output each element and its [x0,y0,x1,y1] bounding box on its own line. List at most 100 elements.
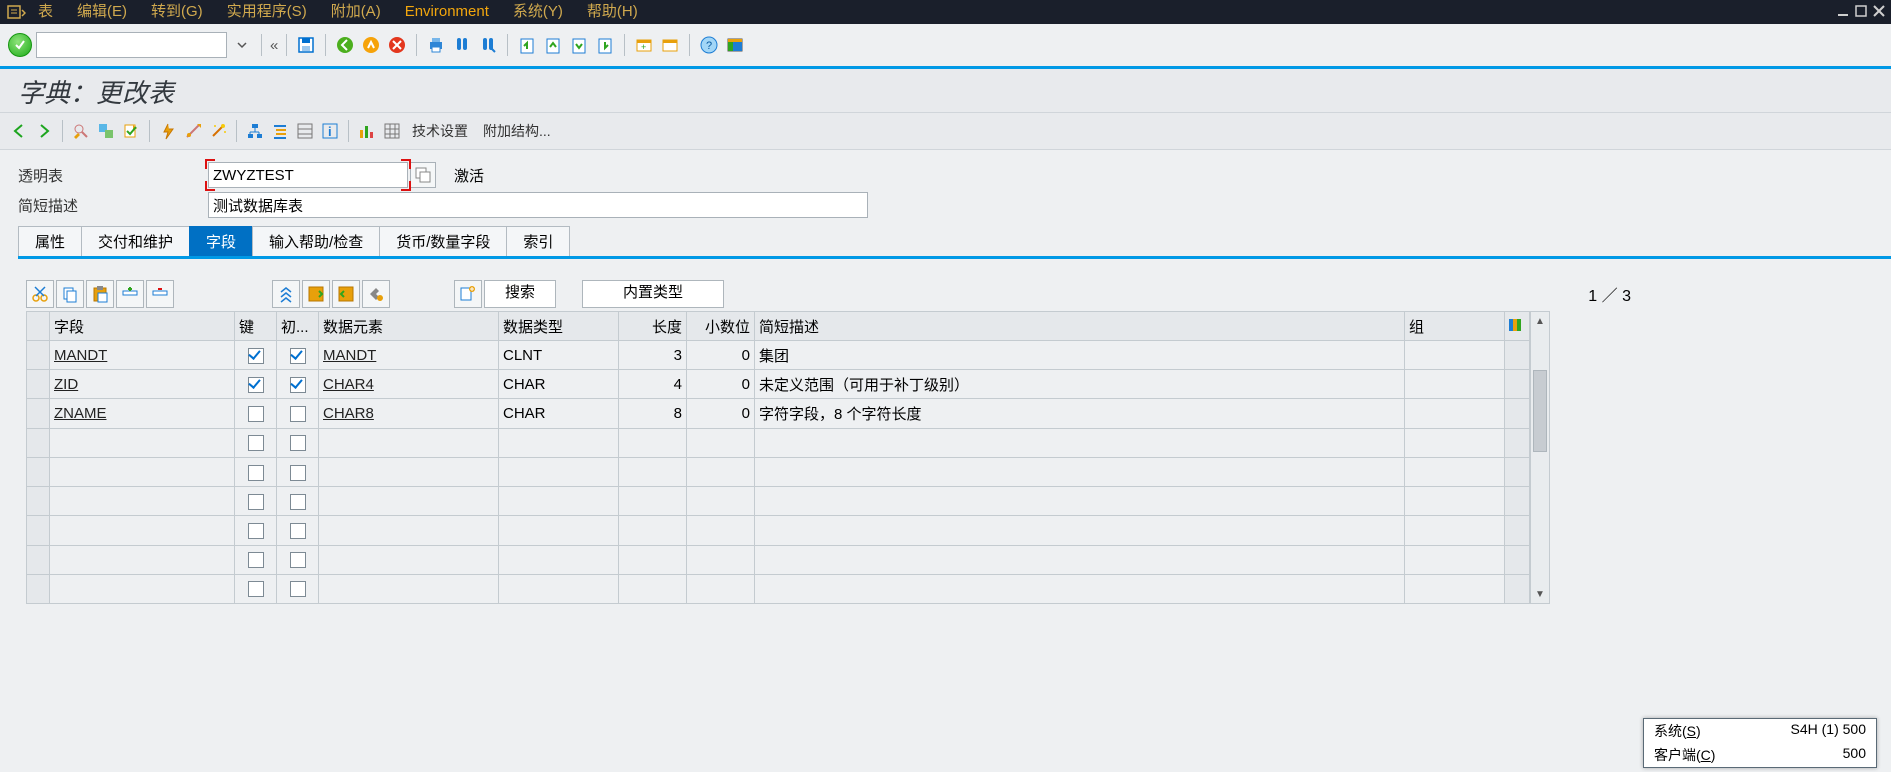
row-selector[interactable] [27,457,50,486]
menu-edit[interactable]: 编辑(E) [65,0,139,24]
select-all-button[interactable] [302,280,330,308]
cell-key[interactable] [235,516,277,545]
back-icon[interactable] [334,34,356,56]
cell-dataelem[interactable] [319,457,499,486]
prev-page-icon[interactable] [542,34,564,56]
col-decimals[interactable]: 小数位 [687,312,755,341]
nav-next-icon[interactable] [33,120,55,142]
cell-key[interactable] [235,399,277,428]
table-row[interactable] [27,457,1530,486]
cell-dataelem[interactable] [319,428,499,457]
print-icon[interactable] [425,34,447,56]
menu-environment[interactable]: Environment [393,0,501,24]
cell-field[interactable]: ZID [50,370,235,399]
key-fields-button[interactable] [362,280,390,308]
cell-key[interactable] [235,428,277,457]
command-dropdown-icon[interactable] [231,34,253,56]
layout-icon[interactable] [724,34,746,56]
create-shortcut-icon[interactable] [659,34,681,56]
col-group[interactable]: 组 [1405,312,1505,341]
last-page-icon[interactable] [594,34,616,56]
menu-system[interactable]: 系统(Y) [501,0,575,24]
window-restore-icon[interactable] [1853,3,1869,19]
cell-key[interactable] [235,574,277,603]
command-field[interactable] [36,32,227,58]
cell-init[interactable] [277,545,319,574]
col-length[interactable]: 长度 [619,312,687,341]
table-row[interactable] [27,487,1530,516]
window-close-icon[interactable] [1871,3,1887,19]
info-icon[interactable]: i [319,120,341,142]
find-icon[interactable] [451,34,473,56]
tab-currquan[interactable]: 货币/数量字段 [379,226,507,256]
row-selector[interactable] [27,428,50,457]
col-field[interactable]: 字段 [50,312,235,341]
cell-key[interactable] [235,545,277,574]
cell-init[interactable] [277,574,319,603]
expand-all-button[interactable] [272,280,300,308]
cell-field[interactable] [50,487,235,516]
help-icon[interactable]: ? [698,34,720,56]
scroll-thumb[interactable] [1533,370,1547,452]
row-selector[interactable] [27,341,50,370]
tab-delivery[interactable]: 交付和维护 [81,226,190,256]
row-selector[interactable] [27,516,50,545]
row-selector[interactable] [27,399,50,428]
exit-icon[interactable] [360,34,382,56]
delete-row-button[interactable] [146,280,174,308]
table-row[interactable] [27,545,1530,574]
toolbar-collapse-icon[interactable]: « [270,37,278,54]
table-row[interactable]: ZID CHAR4 CHAR 4 0 未定义范围（可用于补丁级别） [27,370,1530,399]
menu-goto[interactable]: 转到(G) [139,0,215,24]
cell-dataelem[interactable] [319,545,499,574]
display-change-icon[interactable] [70,120,92,142]
table-row[interactable] [27,428,1530,457]
cell-init[interactable] [277,341,319,370]
row-selector[interactable] [27,545,50,574]
cell-dataelem[interactable]: CHAR4 [319,370,499,399]
save-icon[interactable] [295,34,317,56]
wand-icon[interactable] [207,120,229,142]
cell-key[interactable] [235,341,277,370]
cell-init[interactable] [277,370,319,399]
hierarchy-icon[interactable] [244,120,266,142]
table-display-icon[interactable] [381,120,403,142]
next-page-icon[interactable] [568,34,590,56]
scroll-up-icon[interactable]: ▲ [1531,312,1549,330]
insert-row-button[interactable] [116,280,144,308]
paste-button[interactable] [86,280,114,308]
cell-field[interactable] [50,545,235,574]
cell-field[interactable] [50,516,235,545]
enter-button[interactable] [8,33,32,57]
search-button[interactable]: 搜索 [484,280,556,308]
tab-indexes[interactable]: 索引 [506,226,570,256]
app-menu-icon[interactable] [6,4,26,20]
cell-init[interactable] [277,457,319,486]
cell-init[interactable] [277,399,319,428]
scroll-down-icon[interactable]: ▼ [1531,585,1549,603]
deselect-all-button[interactable] [332,280,360,308]
table-row[interactable]: ZNAME CHAR8 CHAR 8 0 字符字段，8 个字符长度 [27,399,1530,428]
menu-help[interactable]: 帮助(H) [575,0,650,24]
cell-dataelem[interactable] [319,487,499,516]
cell-init[interactable] [277,516,319,545]
cell-key[interactable] [235,487,277,516]
column-config-button[interactable] [1505,312,1530,341]
cell-field[interactable] [50,574,235,603]
table-row[interactable] [27,574,1530,603]
short-description-input[interactable] [208,192,868,218]
select-all-header[interactable] [27,312,50,341]
tab-inputhelp[interactable]: 输入帮助/检查 [252,226,380,256]
builtin-type-button[interactable]: 内置类型 [582,280,724,308]
nav-previous-icon[interactable] [8,120,30,142]
table-name-input[interactable] [208,162,408,188]
cell-field[interactable] [50,428,235,457]
cell-dataelem[interactable]: MANDT [319,341,499,370]
tab-fields[interactable]: 字段 [189,226,253,256]
cell-field[interactable]: MANDT [50,341,235,370]
technical-settings-button[interactable]: 技术设置 [406,121,474,141]
tab-attributes[interactable]: 属性 [18,226,82,256]
row-selector[interactable] [27,370,50,399]
contents-icon[interactable] [294,120,316,142]
cell-dataelem[interactable] [319,516,499,545]
